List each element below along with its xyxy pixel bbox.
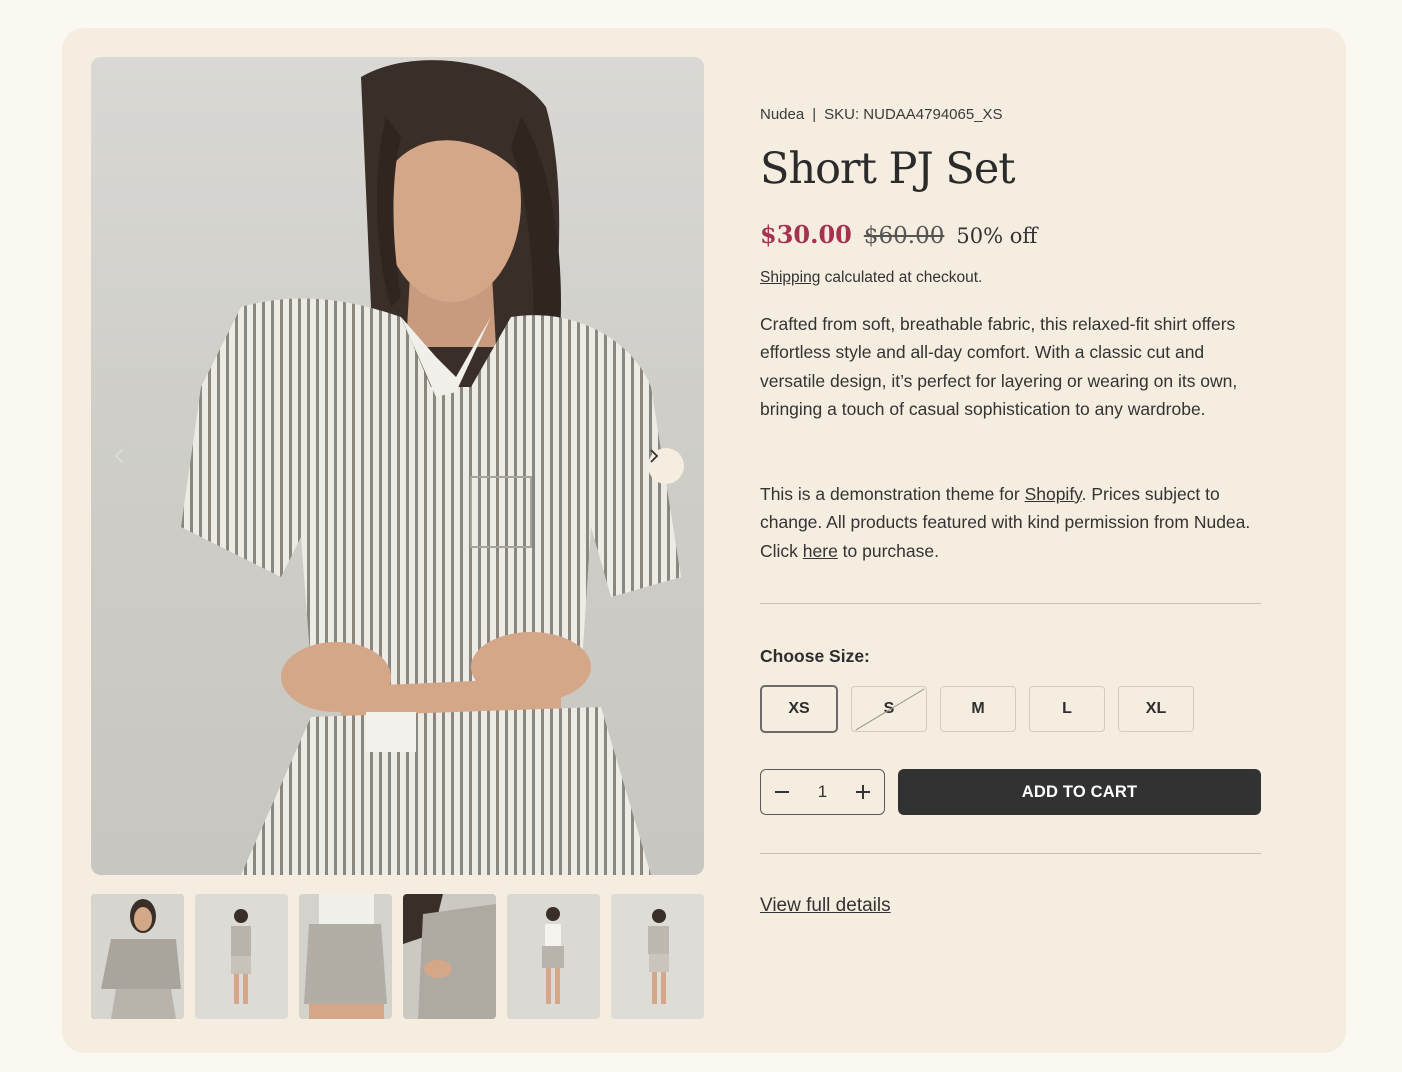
demo-text-1: This is a demonstration theme for: [760, 484, 1025, 504]
size-option-m[interactable]: M: [940, 686, 1016, 732]
divider: [760, 603, 1261, 604]
discount-label: 50% off: [956, 224, 1038, 248]
size-option-xs[interactable]: XS: [760, 685, 838, 733]
add-to-cart-button[interactable]: ADD TO CART: [898, 769, 1261, 815]
size-option-l[interactable]: L: [1029, 686, 1105, 732]
product-main-image[interactable]: [91, 57, 704, 875]
thumbnail-image: [403, 894, 496, 1019]
plus-icon: [856, 785, 870, 799]
vendor-name: Nudea: [760, 106, 805, 123]
increase-quantity-button[interactable]: [852, 781, 874, 803]
sku: SKU: NUDAA4794065_XS: [824, 106, 1003, 123]
product-description: Crafted from soft, breathable fabric, th…: [760, 314, 1238, 420]
thumbnail-image: [195, 894, 288, 1019]
size-option-xl[interactable]: XL: [1118, 686, 1194, 732]
quantity-stepper: 1: [760, 769, 885, 815]
minus-icon: [775, 791, 789, 793]
thumbnail-image: [611, 894, 704, 1019]
demo-text-3: to purchase.: [837, 540, 939, 561]
view-full-details-link[interactable]: View full details: [760, 895, 891, 917]
meta-separator: |: [812, 106, 817, 123]
quantity-value[interactable]: 1: [818, 782, 827, 802]
product-title: Short PJ Set: [760, 144, 1016, 194]
chevron-left-icon: [114, 449, 123, 463]
vendor-sku-line: Nudea | SKU: NUDAA4794065_XS: [760, 106, 1003, 123]
thumbnail-strip: [91, 894, 704, 1019]
shopify-link[interactable]: Shopify: [1025, 484, 1082, 504]
thumbnail-3[interactable]: [299, 894, 392, 1019]
thumbnail-5[interactable]: [507, 894, 600, 1019]
shipping-link[interactable]: Shipping: [760, 269, 820, 286]
thumbnail-4[interactable]: [403, 894, 496, 1019]
thumbnail-image: [91, 894, 184, 1019]
original-price: $60.00: [863, 223, 945, 249]
demo-notice: This is a demonstration theme for Shopif…: [760, 480, 1260, 565]
price-row: $30.00 $60.00 50% off: [760, 220, 1037, 249]
decrease-quantity-button[interactable]: [771, 781, 793, 803]
sale-price: $30.00: [760, 220, 852, 249]
divider: [760, 853, 1261, 854]
thumbnail-image: [507, 894, 600, 1019]
chevron-right-icon: [650, 449, 659, 463]
size-option-s[interactable]: S: [851, 686, 927, 732]
product-card: Nudea | SKU: NUDAA4794065_XS Short PJ Set …: [62, 28, 1346, 1053]
shipping-text: calculated at checkout.: [820, 269, 983, 286]
model-photo-illustration: [181, 60, 681, 875]
gallery-prev-button[interactable]: [113, 448, 149, 484]
size-options: XS S M L XL: [760, 685, 1194, 733]
thumbnail-6[interactable]: [611, 894, 704, 1019]
purchase-link[interactable]: here: [803, 541, 838, 561]
gallery-next-button[interactable]: [648, 448, 684, 484]
size-label: Choose Size:: [760, 646, 870, 666]
thumbnail-image: [299, 894, 392, 1019]
shipping-note: Shipping calculated at checkout.: [760, 269, 982, 287]
thumbnail-1[interactable]: [91, 894, 184, 1019]
thumbnail-2[interactable]: [195, 894, 288, 1019]
